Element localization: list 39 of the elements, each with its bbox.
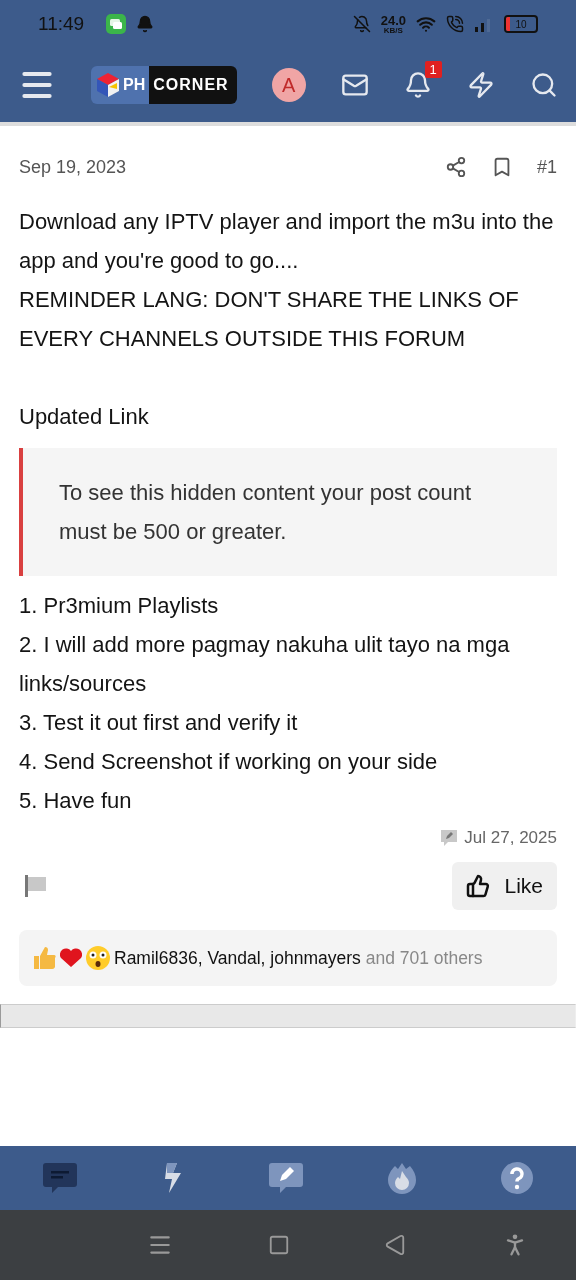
list-item: 1. Pr3mium Playlists — [19, 592, 220, 620]
reactions-text: Ramil6836, Vandal, johnmayers and 701 others — [114, 947, 483, 969]
share-icon[interactable] — [444, 156, 467, 178]
flag-icon[interactable] — [25, 875, 49, 897]
home-icon[interactable] — [267, 1234, 290, 1256]
user-link[interactable]: Ramil6836, — [114, 947, 203, 968]
post-date: Sep 19, 2023 — [19, 156, 128, 178]
list-item: 2. I will add more pagmay nakuha ulit tayo na mga links/sources — [19, 631, 511, 698]
network-speed: 24.0 KB/S — [380, 13, 406, 35]
edit-icon — [440, 829, 459, 847]
status-time: 11:49 — [38, 13, 85, 35]
post-text: REMINDER LANG: DON'T SHARE THE LINKS OF EVERY CHANNELS OUTSIDE THIS FORUM — [19, 286, 520, 353]
wifi-icon — [416, 14, 436, 34]
post-text: Download any IPTV player and import the m3u into the app and you're good to go.... — [19, 208, 555, 275]
message-app-icon — [106, 14, 127, 34]
thumbs-up-icon — [466, 874, 491, 898]
list-item: 4. Send Screenshot if working on your side — [19, 748, 439, 776]
hidden-content-notice: To see this hidden content your post count must be 500 or greater. — [19, 448, 557, 576]
user-link[interactable]: johnmayers — [270, 947, 361, 968]
user-link[interactable]: Vandal, — [207, 947, 266, 968]
list-item: 5. Have fun — [19, 787, 133, 815]
lightning-icon[interactable] — [466, 71, 495, 99]
notification-badge: 1 — [424, 61, 442, 78]
thumbs-up-icon — [33, 946, 56, 970]
phone-icon — [446, 15, 464, 33]
bell-off-icon — [352, 15, 371, 33]
edited-date: Jul 27, 2025 — [464, 828, 557, 848]
heart-icon — [60, 948, 82, 968]
battery-icon: 10 — [504, 15, 538, 33]
post-subheading: Updated Link — [19, 403, 150, 431]
back-icon[interactable] — [384, 1234, 407, 1256]
cube-logo-icon — [95, 72, 122, 98]
like-button[interactable]: Like — [452, 862, 557, 910]
post-number[interactable]: #1 — [536, 156, 557, 178]
search-icon[interactable] — [529, 71, 558, 99]
bell-icon — [136, 15, 155, 33]
surprised-face-icon — [86, 946, 110, 970]
list-item: 3. Test it out first and verify it — [19, 709, 299, 737]
bell-icon[interactable] — [403, 71, 432, 99]
